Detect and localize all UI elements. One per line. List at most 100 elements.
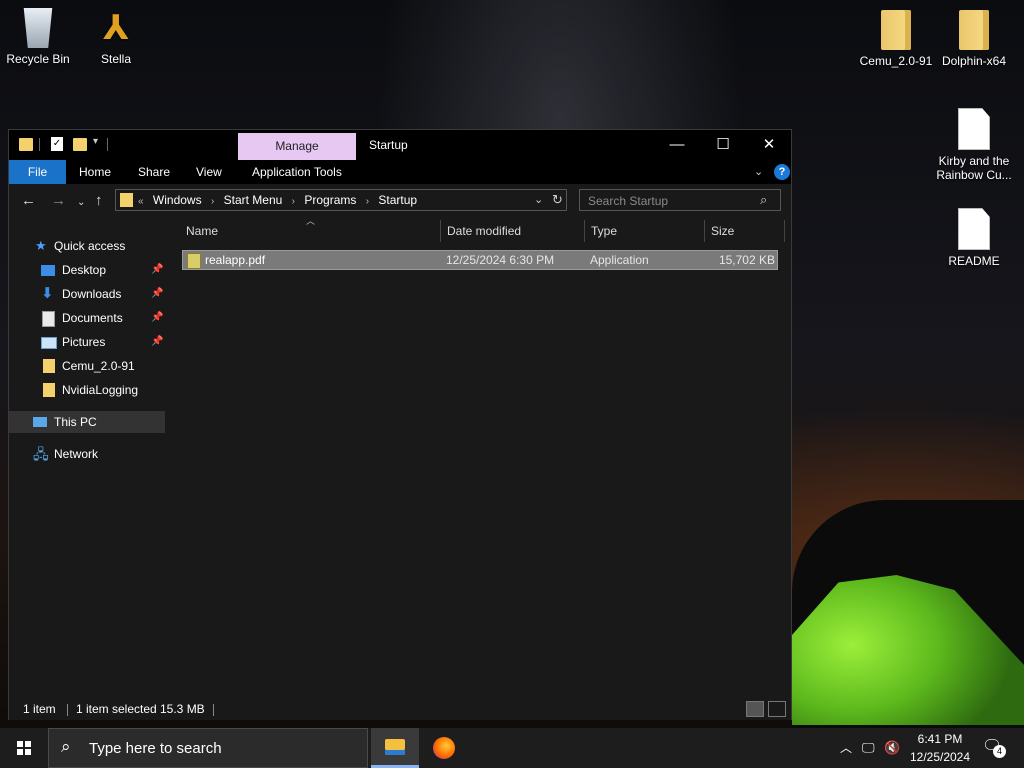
nav-this-pc[interactable]: This PC bbox=[9, 411, 165, 433]
desktop-icon-recycle-bin[interactable]: Recycle Bin bbox=[0, 8, 76, 66]
star-icon: ★ bbox=[35, 238, 47, 253]
divider bbox=[213, 704, 214, 716]
file-explorer-icon bbox=[385, 739, 405, 755]
breadcrumb-start-menu[interactable]: Start Menu bbox=[224, 193, 283, 207]
recent-locations-icon[interactable]: ⌄ bbox=[77, 194, 85, 212]
desktop-icon-label: Dolphin-x64 bbox=[941, 54, 1007, 68]
navigation-pane: ★ Quick access Desktop 📌 ⬇ Downloads 📌 D… bbox=[9, 218, 165, 688]
tab-file[interactable]: File bbox=[9, 160, 66, 184]
nav-item-pictures[interactable]: Pictures 📌 bbox=[9, 331, 165, 353]
taskbar-search-box[interactable]: ⌕ Type here to search bbox=[48, 728, 368, 768]
new-folder-icon[interactable] bbox=[73, 138, 87, 151]
column-header-name[interactable]: Name bbox=[186, 218, 218, 244]
desktop-icon-dolphin[interactable]: Dolphin-x64 bbox=[936, 10, 1012, 68]
file-size: 15,702 KB bbox=[718, 253, 775, 267]
expand-ribbon-icon[interactable]: ⌄ bbox=[754, 160, 763, 184]
nav-item-nvidialogging[interactable]: NvidiaLogging bbox=[9, 379, 165, 401]
folder-icon bbox=[881, 10, 911, 50]
minimize-button[interactable]: — bbox=[654, 130, 700, 160]
recycle-bin-icon bbox=[23, 8, 53, 48]
customize-toolbar-icon[interactable]: ▾ bbox=[93, 136, 98, 152]
search-box[interactable]: ⌕ bbox=[579, 189, 781, 212]
column-divider[interactable] bbox=[440, 220, 441, 242]
nav-item-cemu[interactable]: Cemu_2.0-91 bbox=[9, 355, 165, 377]
folder-icon bbox=[959, 10, 989, 50]
forward-arrow-icon[interactable]: → bbox=[51, 192, 66, 210]
column-divider[interactable] bbox=[704, 220, 705, 242]
nav-label: Quick access bbox=[54, 239, 126, 253]
notification-center-button[interactable]: 🗨 4 bbox=[982, 736, 1006, 758]
column-header-type[interactable]: Type bbox=[591, 218, 617, 244]
desktop-icon bbox=[41, 265, 55, 276]
volume-muted-icon[interactable]: 🔇 bbox=[884, 728, 900, 768]
firefox-icon bbox=[433, 737, 455, 759]
show-hidden-icons-chevron-icon[interactable]: ︿ bbox=[840, 728, 852, 768]
pin-icon[interactable]: 📌 bbox=[151, 283, 163, 305]
column-divider[interactable] bbox=[584, 220, 585, 242]
large-icons-view-icon[interactable] bbox=[768, 701, 786, 717]
search-icon[interactable]: ⌕ bbox=[760, 192, 767, 208]
pin-icon[interactable]: 📌 bbox=[151, 307, 163, 329]
windows-logo-icon bbox=[17, 741, 31, 755]
address-bar[interactable]: « Windows › Start Menu › Programs › Star… bbox=[115, 189, 567, 211]
file-date-modified: 12/25/2024 6:30 PM bbox=[446, 253, 555, 267]
breadcrumb-overflow[interactable]: « bbox=[138, 196, 144, 207]
properties-icon[interactable]: ✓ bbox=[51, 137, 63, 151]
tab-application-tools[interactable]: Application Tools bbox=[252, 160, 342, 184]
close-button[interactable]: ✕ bbox=[746, 130, 792, 160]
nav-network[interactable]: 🖧 Network bbox=[9, 443, 165, 465]
breadcrumb-programs[interactable]: Programs bbox=[304, 193, 356, 207]
chevron-right-icon[interactable]: › bbox=[211, 196, 214, 207]
maximize-button[interactable]: ☐ bbox=[700, 130, 746, 160]
help-button[interactable]: ? bbox=[774, 164, 790, 180]
clock-date: 12/25/2024 bbox=[909, 750, 971, 764]
refresh-icon[interactable]: ↻ bbox=[552, 190, 563, 210]
details-view-icon[interactable] bbox=[746, 701, 764, 717]
tab-view[interactable]: View bbox=[196, 160, 222, 184]
column-header-date-modified[interactable]: Date modified bbox=[447, 218, 521, 244]
up-arrow-icon[interactable]: ↑ bbox=[95, 192, 103, 210]
tab-home[interactable]: Home bbox=[79, 160, 111, 184]
table-row[interactable]: realapp.pdf 12/25/2024 6:30 PM Applicati… bbox=[182, 250, 778, 270]
breadcrumb: « Windows › Start Menu › Programs › Star… bbox=[138, 190, 423, 212]
tab-manage[interactable]: Manage bbox=[238, 133, 356, 160]
back-arrow-icon[interactable]: ← bbox=[21, 192, 36, 210]
desktop-icon-cemu[interactable]: Cemu_2.0-91 bbox=[858, 10, 934, 68]
column-divider[interactable] bbox=[784, 220, 785, 242]
search-icon: ⌕ bbox=[61, 737, 71, 756]
clock[interactable]: 6:41 PM 12/25/2024 bbox=[900, 730, 980, 766]
nav-item-documents[interactable]: Documents 📌 bbox=[9, 307, 165, 329]
chevron-right-icon[interactable]: › bbox=[292, 196, 295, 207]
application-file-icon bbox=[187, 253, 201, 269]
nav-label: Cemu_2.0-91 bbox=[62, 359, 135, 373]
nav-item-downloads[interactable]: ⬇ Downloads 📌 bbox=[9, 283, 165, 305]
stella-icon: ⅄ bbox=[103, 9, 129, 47]
desktop-icon-label: Stella bbox=[100, 52, 132, 66]
column-header-size[interactable]: Size bbox=[711, 218, 734, 244]
chevron-down-icon[interactable]: ⌄ bbox=[534, 190, 543, 210]
folder-icon bbox=[120, 193, 133, 207]
breadcrumb-startup[interactable]: Startup bbox=[378, 193, 417, 207]
pin-icon[interactable]: 📌 bbox=[151, 259, 163, 281]
title-bar: ✓ ▾ Manage Startup — ☐ ✕ bbox=[9, 130, 791, 160]
taskbar-firefox[interactable] bbox=[420, 728, 468, 768]
file-list: ︿ Name Date modified Type Size realapp.p… bbox=[166, 216, 791, 688]
taskbar-file-explorer[interactable] bbox=[371, 728, 419, 768]
pin-icon[interactable]: 📌 bbox=[151, 331, 163, 353]
nav-quick-access[interactable]: ★ Quick access bbox=[9, 235, 165, 257]
desktop-icon-stella[interactable]: ⅄ Stella bbox=[78, 8, 154, 66]
status-selected: 1 item selected bbox=[76, 702, 157, 716]
start-button[interactable] bbox=[0, 728, 48, 768]
breadcrumb-windows[interactable]: Windows bbox=[153, 193, 202, 207]
tab-share[interactable]: Share bbox=[138, 160, 170, 184]
ribbon-tabs: File Home Share View Application Tools ⌄… bbox=[9, 160, 791, 184]
desktop-icon-readme[interactable]: README bbox=[936, 208, 1012, 268]
search-input[interactable] bbox=[580, 190, 760, 212]
divider bbox=[39, 138, 40, 151]
file-name: realapp.pdf bbox=[205, 253, 266, 267]
desktop-icon-kirby[interactable]: Kirby and the Rainbow Cu... bbox=[934, 108, 1014, 182]
nav-item-desktop[interactable]: Desktop 📌 bbox=[9, 259, 165, 281]
chevron-right-icon[interactable]: › bbox=[366, 196, 369, 207]
network-status-icon[interactable]: 🖵 bbox=[862, 728, 875, 768]
taskbar-search-placeholder: Type here to search bbox=[89, 740, 222, 757]
